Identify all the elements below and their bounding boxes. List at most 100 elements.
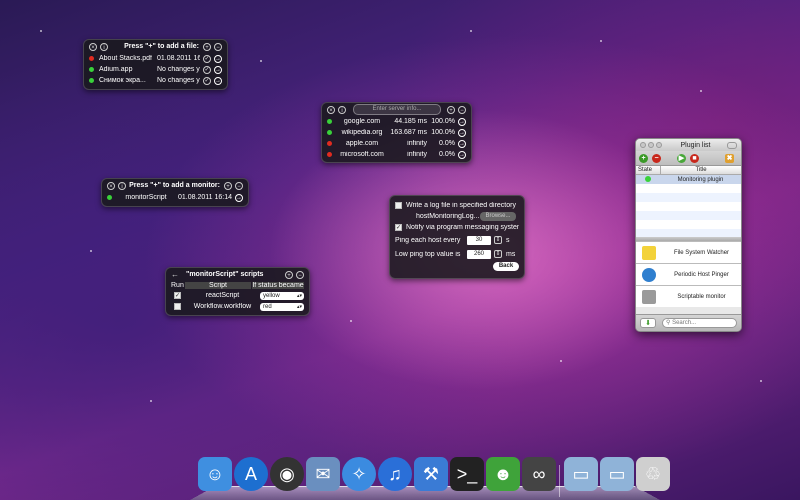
col-state[interactable]: State <box>636 166 661 174</box>
download-icon[interactable]: ⬇ <box>640 318 656 328</box>
server-info-input[interactable]: Enter server info... <box>353 104 441 115</box>
table-row[interactable] <box>636 220 741 229</box>
documents-folder-icon[interactable]: ▭ <box>600 457 634 491</box>
title-cell: Monitoring plugin <box>677 176 724 183</box>
info-icon[interactable]: i <box>118 181 126 190</box>
notepad-icon <box>642 245 656 260</box>
forward-arrow-icon[interactable]: → <box>235 193 243 202</box>
add-icon[interactable]: + <box>203 42 211 51</box>
info-icon[interactable]: i <box>100 42 108 51</box>
script-row[interactable]: Workflow.workflow red <box>166 301 309 312</box>
browse-button[interactable]: Browse... <box>480 212 516 221</box>
finder-icon[interactable]: ☺ <box>198 457 232 491</box>
status-dot <box>327 130 332 135</box>
add-plugin-icon[interactable]: + <box>639 153 648 163</box>
status-select[interactable]: yellow <box>260 291 304 300</box>
add-icon[interactable]: + <box>285 270 293 279</box>
forward-arrow-icon[interactable]: → <box>458 139 466 148</box>
forward-arrow-icon[interactable]: → <box>458 128 466 137</box>
remove-icon[interactable]: − <box>296 270 304 279</box>
file-row[interactable]: Снимок экра... No changes yet✓→ <box>84 75 227 86</box>
window-minimize-button[interactable] <box>648 142 654 148</box>
status-select[interactable]: red <box>260 302 304 311</box>
forward-arrow-icon[interactable]: → <box>458 150 466 159</box>
log-file-label: Write a log file in specified directory <box>406 202 516 209</box>
binoculars-icon[interactable]: ∞ <box>522 457 556 491</box>
files-widget: × i Press "+" to add a file: + − About S… <box>83 39 228 90</box>
monitor-name: monitorScript <box>125 194 167 201</box>
itunes-icon[interactable]: ♫ <box>378 457 412 491</box>
status-dot <box>89 67 94 72</box>
plugin-item[interactable]: Scriptable monitor <box>636 285 741 307</box>
close-icon[interactable]: × <box>327 105 335 114</box>
run-checkbox[interactable]: ✓ <box>174 292 181 299</box>
remove-icon[interactable]: − <box>235 181 243 190</box>
adium-icon[interactable]: ☻ <box>486 457 520 491</box>
low-ping-unit: ms <box>506 250 516 258</box>
add-icon[interactable]: + <box>224 181 232 190</box>
check-icon[interactable]: ✓ <box>203 65 211 74</box>
notify-checkbox[interactable]: ✓ <box>395 224 402 231</box>
table-row[interactable] <box>636 202 741 211</box>
globe-icon <box>642 267 656 282</box>
add-icon[interactable]: + <box>447 105 455 114</box>
script-name: Workflow.workflow <box>193 303 252 310</box>
remove-icon[interactable]: − <box>214 42 222 51</box>
xcode-icon[interactable]: ⚒ <box>414 457 448 491</box>
col-title[interactable]: Title <box>661 166 741 174</box>
gears-icon <box>642 289 656 304</box>
forward-arrow-icon[interactable]: → <box>214 54 222 63</box>
table-row[interactable]: Monitoring plugin <box>636 175 741 184</box>
close-icon[interactable]: × <box>107 181 115 190</box>
info-icon[interactable]: i <box>338 105 346 114</box>
col-run: Run <box>171 282 184 289</box>
table-row[interactable] <box>636 193 741 202</box>
low-ping-stepper[interactable]: ⇕ <box>494 250 502 258</box>
forward-arrow-icon[interactable]: → <box>214 65 222 74</box>
monitor-row[interactable]: monitorScript 01.08.2011 16:14 → <box>102 192 248 203</box>
plugin-item[interactable]: File System Watcher <box>636 241 741 263</box>
toolbar-toggle-button[interactable] <box>727 141 737 149</box>
file-row[interactable]: About Stacks.pdf 01.08.2011 16:11✓→ <box>84 53 227 64</box>
terminal-icon[interactable]: >_ <box>450 457 484 491</box>
stop-icon[interactable]: ■ <box>690 153 699 163</box>
applications-folder-icon[interactable]: ▭ <box>564 457 598 491</box>
file-status: No changes yet <box>157 66 200 73</box>
back-arrow-icon[interactable]: ← <box>171 270 179 279</box>
log-file-checkbox[interactable] <box>395 202 402 209</box>
server-row[interactable]: google.com 44.185 ms 100.0% → <box>322 116 471 127</box>
table-row[interactable] <box>636 211 741 220</box>
plugin-search-placeholder: Search... <box>672 320 697 326</box>
table-row[interactable] <box>636 184 741 193</box>
file-row[interactable]: Adium.app No changes yet✓→ <box>84 64 227 75</box>
server-row[interactable]: wikipedia.org 163.687 ms 100.0% → <box>322 127 471 138</box>
back-button[interactable]: Back <box>493 262 519 271</box>
low-ping-field[interactable]: 260 <box>467 249 491 259</box>
trash-icon[interactable]: ♲ <box>636 457 670 491</box>
server-row[interactable]: apple.com infinity 0.0% → <box>322 138 471 149</box>
plugin-item[interactable]: Periodic Host Pinger <box>636 263 741 285</box>
ping-interval-field[interactable]: 30 <box>467 235 491 245</box>
run-checkbox[interactable] <box>174 303 181 310</box>
window-zoom-button[interactable] <box>656 142 662 148</box>
start-icon[interactable]: ▶ <box>677 153 686 163</box>
window-close-button[interactable] <box>640 142 646 148</box>
app-store-icon[interactable]: A <box>234 457 268 491</box>
col-status: If status became <box>252 282 304 289</box>
dashboard-icon[interactable]: ◉ <box>270 457 304 491</box>
check-icon[interactable]: ✓ <box>203 54 211 63</box>
ping-stepper[interactable]: ⇕ <box>494 236 502 244</box>
forward-arrow-icon[interactable]: → <box>458 117 466 126</box>
remove-plugin-icon[interactable]: − <box>652 153 661 163</box>
tools-icon[interactable]: ✖ <box>725 153 734 163</box>
forward-arrow-icon[interactable]: → <box>214 76 222 85</box>
remove-icon[interactable]: − <box>458 105 466 114</box>
plugin-search-input[interactable]: ⚲ Search... <box>662 318 737 328</box>
file-status: 01.08.2011 16:11 <box>157 55 200 62</box>
safari-icon[interactable]: ✧ <box>342 457 376 491</box>
server-row[interactable]: microsoft.com infinity 0.0% → <box>322 149 471 160</box>
script-row[interactable]: ✓ reactScript yellow <box>166 290 309 301</box>
mail-icon[interactable]: ✉ <box>306 457 340 491</box>
check-icon[interactable]: ✓ <box>203 76 211 85</box>
close-icon[interactable]: × <box>89 42 97 51</box>
